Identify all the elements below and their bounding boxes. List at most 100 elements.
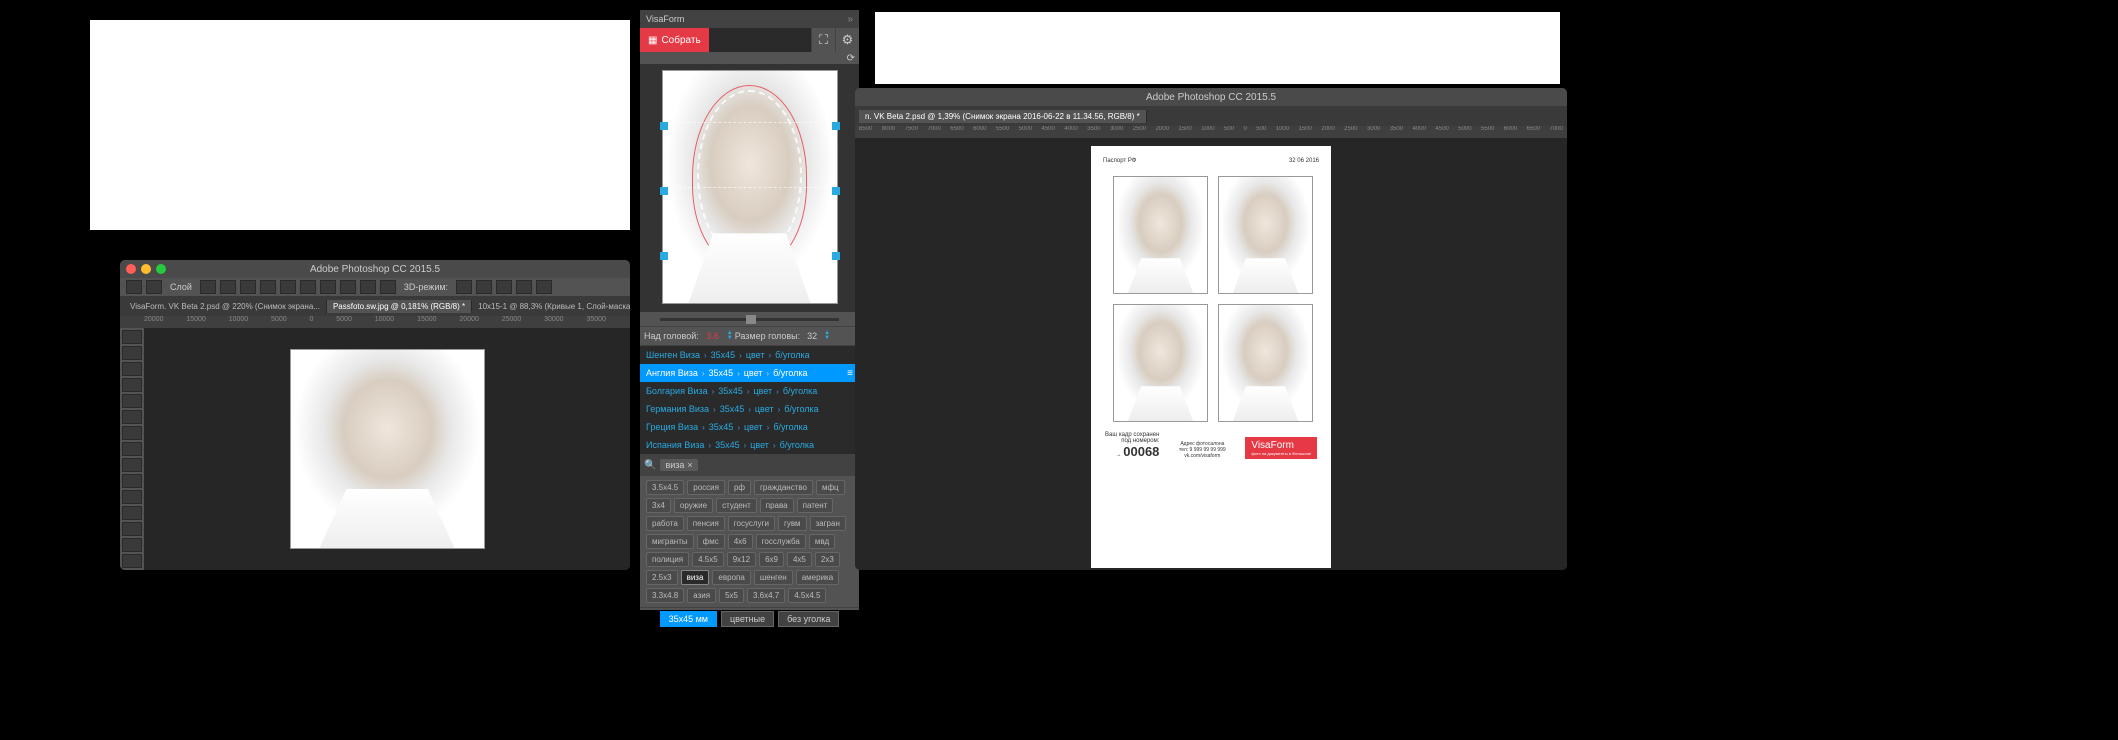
eyedropper-tool-icon[interactable] bbox=[122, 410, 142, 424]
hand-tool-icon[interactable] bbox=[122, 538, 142, 552]
brush-tool-icon[interactable] bbox=[122, 426, 142, 440]
move-tool-icon[interactable] bbox=[146, 280, 162, 294]
window-titlebar[interactable]: Adobe Photoshop CC 2015.5 bbox=[855, 88, 1567, 106]
refresh-icon[interactable]: ⟳ bbox=[847, 53, 855, 64]
align-icon[interactable] bbox=[240, 280, 256, 294]
tag-chip[interactable]: пенсия bbox=[687, 516, 725, 531]
minimize-icon[interactable] bbox=[141, 264, 151, 274]
mode3d-icon[interactable] bbox=[536, 280, 552, 294]
stamp-tool-icon[interactable] bbox=[122, 442, 142, 456]
tag-chip[interactable]: загран bbox=[810, 516, 846, 531]
search-chip[interactable]: виза× bbox=[660, 459, 697, 471]
preset-item[interactable]: Германия Виза›35x45›цвет›б/уголка bbox=[640, 400, 859, 418]
tag-chip[interactable]: рф bbox=[728, 480, 751, 495]
drag-handle[interactable] bbox=[832, 187, 840, 195]
drag-handle[interactable] bbox=[832, 252, 840, 260]
tag-chip[interactable]: гражданство bbox=[754, 480, 813, 495]
tag-chip[interactable]: америка bbox=[796, 570, 839, 585]
panel-titlebar[interactable]: VisaForm » bbox=[640, 10, 859, 28]
tag-chip[interactable]: полиция bbox=[646, 552, 689, 567]
distribute-icon[interactable] bbox=[320, 280, 336, 294]
stepper-icon[interactable]: ▲▼ bbox=[824, 331, 830, 341]
tag-chip[interactable]: мвд bbox=[809, 534, 835, 549]
preset-item[interactable]: Шенген Виза›35x45›цвет›б/уголка bbox=[640, 346, 859, 364]
tag-chip[interactable]: 3x4 bbox=[646, 498, 671, 513]
align-icon[interactable] bbox=[220, 280, 236, 294]
maximize-icon[interactable] bbox=[156, 264, 166, 274]
mode3d-icon[interactable] bbox=[476, 280, 492, 294]
preset-item[interactable]: Испания Виза›35x45›цвет›б/уголка bbox=[640, 436, 859, 454]
tag-chip[interactable]: госуслуги bbox=[728, 516, 775, 531]
canvas-area[interactable]: Паспорт РФ 32 06 2016 Ваш кадр сохранен … bbox=[855, 138, 1567, 570]
guide-line[interactable] bbox=[663, 122, 837, 123]
lasso-tool-icon[interactable] bbox=[122, 362, 142, 376]
search-icon[interactable]: 🔍 bbox=[644, 460, 656, 471]
tag-chip[interactable]: 5x5 bbox=[719, 588, 744, 603]
tag-chip[interactable]: фмс bbox=[697, 534, 725, 549]
preset-item[interactable]: Англия Виза›35x45›цвет›б/уголка≡ bbox=[640, 364, 859, 382]
tag-chip[interactable]: гувм bbox=[778, 516, 807, 531]
gear-icon[interactable]: ⚙ bbox=[835, 28, 859, 52]
tag-chip[interactable]: оружие bbox=[674, 498, 713, 513]
tag-chip[interactable]: мфц bbox=[816, 480, 845, 495]
tag-chip[interactable]: 4.5x4.5 bbox=[788, 588, 826, 603]
gradient-tool-icon[interactable] bbox=[122, 474, 142, 488]
tag-chip[interactable]: 2x3 bbox=[815, 552, 840, 567]
tag-chip[interactable]: госслужба bbox=[756, 534, 806, 549]
drag-handle[interactable] bbox=[660, 187, 668, 195]
canvas-area[interactable] bbox=[144, 328, 630, 570]
align-icon[interactable] bbox=[260, 280, 276, 294]
move-tool-icon[interactable] bbox=[122, 330, 142, 344]
crop-icon[interactable]: ⛶ bbox=[811, 28, 835, 52]
tag-chip[interactable]: виза bbox=[681, 570, 710, 585]
tag-chip[interactable]: 6x9 bbox=[759, 552, 784, 567]
pen-tool-icon[interactable] bbox=[122, 490, 142, 504]
tag-chip[interactable]: права bbox=[760, 498, 794, 513]
close-icon[interactable] bbox=[126, 264, 136, 274]
preset-item[interactable]: Греция Виза›35x45›цвет›б/уголка bbox=[640, 418, 859, 436]
corner-button[interactable]: без уголка bbox=[778, 611, 839, 627]
crop-tool-icon[interactable] bbox=[122, 394, 142, 408]
shape-tool-icon[interactable] bbox=[122, 522, 142, 536]
wand-tool-icon[interactable] bbox=[122, 378, 142, 392]
gather-button[interactable]: ▦ Собрать bbox=[640, 28, 709, 52]
stepper-icon[interactable]: ▲▼ bbox=[727, 331, 733, 341]
window-titlebar[interactable]: Adobe Photoshop CC 2015.5 bbox=[120, 260, 630, 278]
tag-chip[interactable]: работа bbox=[646, 516, 684, 531]
preview-area[interactable] bbox=[640, 64, 859, 312]
guide-line[interactable] bbox=[663, 252, 837, 253]
document-tab[interactable]: 10x15-1 @ 88,3% (Кривые 1, Слой-маска/..… bbox=[472, 300, 630, 313]
type-tool-icon[interactable] bbox=[122, 506, 142, 520]
drag-handle[interactable] bbox=[660, 252, 668, 260]
document-tab[interactable]: Passfoto.sw.jpg @ 0,181% (RGB/8) * bbox=[327, 300, 472, 313]
marquee-tool-icon[interactable] bbox=[122, 346, 142, 360]
tag-chip[interactable]: россия bbox=[687, 480, 725, 495]
tag-chip[interactable]: 3.5x4.5 bbox=[646, 480, 684, 495]
collapse-icon[interactable]: » bbox=[847, 14, 853, 25]
distribute-icon[interactable] bbox=[380, 280, 396, 294]
zoom-tool-icon[interactable] bbox=[122, 554, 142, 568]
align-icon[interactable] bbox=[280, 280, 296, 294]
tag-chip[interactable]: 2.5x3 bbox=[646, 570, 678, 585]
color-button[interactable]: цветные bbox=[721, 611, 774, 627]
home-icon[interactable] bbox=[126, 280, 142, 294]
distribute-icon[interactable] bbox=[360, 280, 376, 294]
remove-chip-icon[interactable]: × bbox=[687, 460, 692, 470]
slider-thumb[interactable] bbox=[746, 315, 756, 324]
document-tab[interactable]: n. VK Beta 2.psd @ 1,39% (Снимок экрана … bbox=[859, 110, 1147, 123]
tag-chip[interactable]: европа bbox=[712, 570, 750, 585]
tag-chip[interactable]: 9x12 bbox=[727, 552, 756, 567]
align-icon[interactable] bbox=[300, 280, 316, 294]
align-icon[interactable] bbox=[200, 280, 216, 294]
preview-portrait[interactable] bbox=[662, 70, 838, 304]
drag-handle[interactable] bbox=[660, 122, 668, 130]
guide-line[interactable] bbox=[663, 187, 837, 188]
head-size-value[interactable]: 32 bbox=[802, 331, 822, 341]
distribute-icon[interactable] bbox=[340, 280, 356, 294]
preset-item[interactable]: Болгария Виза›35x45›цвет›б/уголка bbox=[640, 382, 859, 400]
eraser-tool-icon[interactable] bbox=[122, 458, 142, 472]
tag-chip[interactable]: 3.6x4.7 bbox=[747, 588, 785, 603]
mode3d-icon[interactable] bbox=[516, 280, 532, 294]
tag-chip[interactable]: 3.3x4.8 bbox=[646, 588, 684, 603]
tag-chip[interactable]: шенген bbox=[754, 570, 793, 585]
